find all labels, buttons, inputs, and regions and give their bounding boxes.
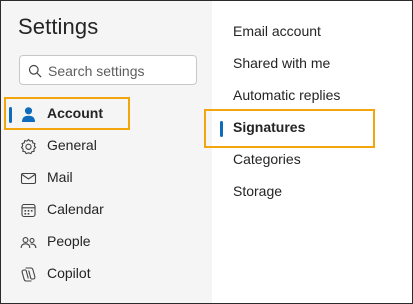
gear-icon xyxy=(20,138,37,155)
menu-item-label: Email account xyxy=(233,23,321,39)
menu-item-shared-with-me[interactable]: Shared with me xyxy=(206,49,376,79)
menu-item-label: Categories xyxy=(233,151,301,167)
sidebar-item-label: General xyxy=(47,137,97,153)
menu-item-storage[interactable]: Storage xyxy=(206,177,376,207)
menu-item-label: Shared with me xyxy=(233,55,331,71)
page-title: Settings xyxy=(18,14,99,39)
signatures-highlight-box xyxy=(204,109,375,148)
sidebar-item-people[interactable]: People xyxy=(9,227,199,257)
settings-window: Settings Search settings Account General… xyxy=(0,0,413,304)
menu-item-categories[interactable]: Categories xyxy=(206,145,376,175)
people-icon xyxy=(20,234,37,251)
menu-item-label: Automatic replies xyxy=(233,87,341,103)
calendar-icon xyxy=(20,202,37,219)
account-highlight-box xyxy=(4,97,130,130)
sidebar-item-label: Calendar xyxy=(47,201,104,217)
sidebar-item-label: People xyxy=(47,233,91,249)
sidebar-item-copilot[interactable]: Copilot xyxy=(9,259,199,289)
sidebar-item-calendar[interactable]: Calendar xyxy=(9,195,199,225)
search-icon xyxy=(28,64,42,78)
sidebar-item-mail[interactable]: Mail xyxy=(9,163,199,193)
menu-item-automatic-replies[interactable]: Automatic replies xyxy=(206,81,376,111)
sidebar-item-general[interactable]: General xyxy=(9,131,199,161)
menu-item-label: Storage xyxy=(233,183,283,199)
search-input[interactable]: Search settings xyxy=(19,55,197,85)
sidebar-item-label: Mail xyxy=(47,169,73,185)
settings-nav-pane: Settings Search settings Account General… xyxy=(1,1,212,303)
menu-item-email-account[interactable]: Email account xyxy=(206,17,376,47)
copilot-icon xyxy=(20,266,37,283)
search-placeholder: Search settings xyxy=(48,63,145,79)
mail-icon xyxy=(20,170,37,187)
sidebar-item-label: Copilot xyxy=(47,265,91,281)
